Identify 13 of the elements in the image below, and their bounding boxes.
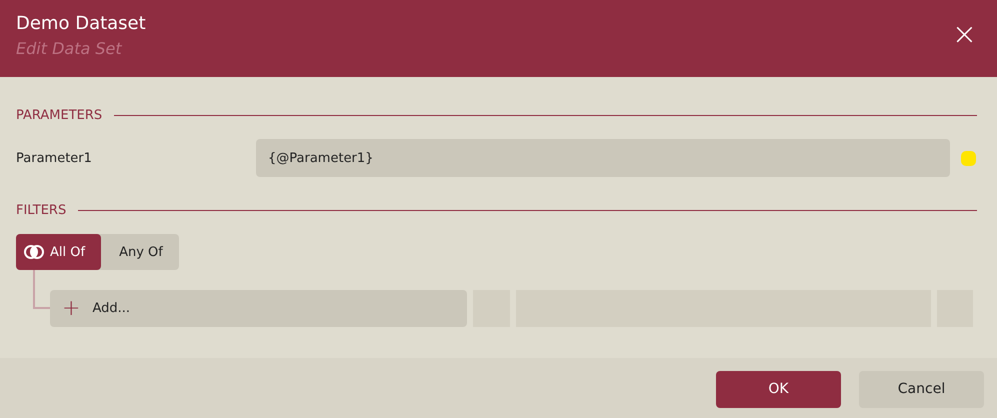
close-button[interactable]: × xyxy=(952,20,977,50)
dialog-subtitle: Edit Data Set xyxy=(16,38,123,60)
section-heading: PARAMETERS xyxy=(16,108,102,122)
mode-tab[interactable]: Any Of xyxy=(101,234,179,270)
dialog-button[interactable]: Cancel xyxy=(859,371,984,408)
dialog-title: Demo Dataset xyxy=(16,12,146,36)
parameter-label: Parameter1 xyxy=(16,150,93,166)
mode-tab[interactable]: All Of xyxy=(16,234,102,270)
dialog-button[interactable]: OK xyxy=(716,371,841,408)
section-heading: FILTERS xyxy=(16,202,66,218)
parameter-field[interactable]: {@Parameter1} xyxy=(256,139,950,177)
intersect-icon xyxy=(24,245,44,259)
add-filter-button[interactable]: + Add... xyxy=(50,290,467,327)
